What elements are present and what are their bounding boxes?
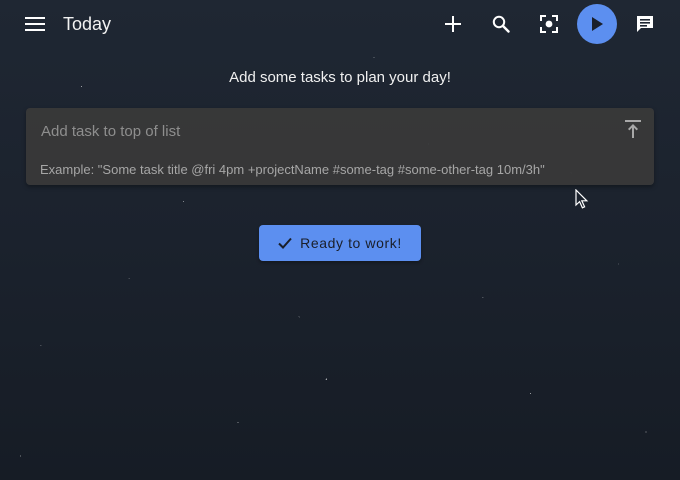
empty-day-message: Add some tasks to plan your day! [229,69,451,86]
plus-icon [445,16,461,32]
add-task-syntax-hint: Example: "Some task title @fri 4pm +proj… [40,162,545,177]
ready-to-work-button[interactable]: Ready to work! [259,225,421,261]
menu-button[interactable] [18,8,52,40]
play-button[interactable] [577,4,617,44]
play-icon [592,17,603,31]
focus-mode-icon [540,15,558,33]
add-task-input[interactable] [26,114,606,148]
comment-icon [637,16,653,32]
top-bar: Today [0,0,680,48]
menu-icon [25,17,45,31]
add-task-button[interactable] [435,6,471,42]
notes-button[interactable] [627,6,663,42]
add-to-top-icon [625,120,641,138]
add-task-card: Example: "Some task title @fri 4pm +proj… [26,108,654,185]
add-to-top-button[interactable] [622,117,644,141]
page-title: Today [63,14,112,34]
focus-mode-button[interactable] [531,6,567,42]
search-button[interactable] [483,6,519,42]
check-icon [278,237,292,249]
ready-to-work-label: Ready to work! [300,235,402,251]
search-icon [492,15,510,33]
mouse-cursor-icon [575,189,589,209]
